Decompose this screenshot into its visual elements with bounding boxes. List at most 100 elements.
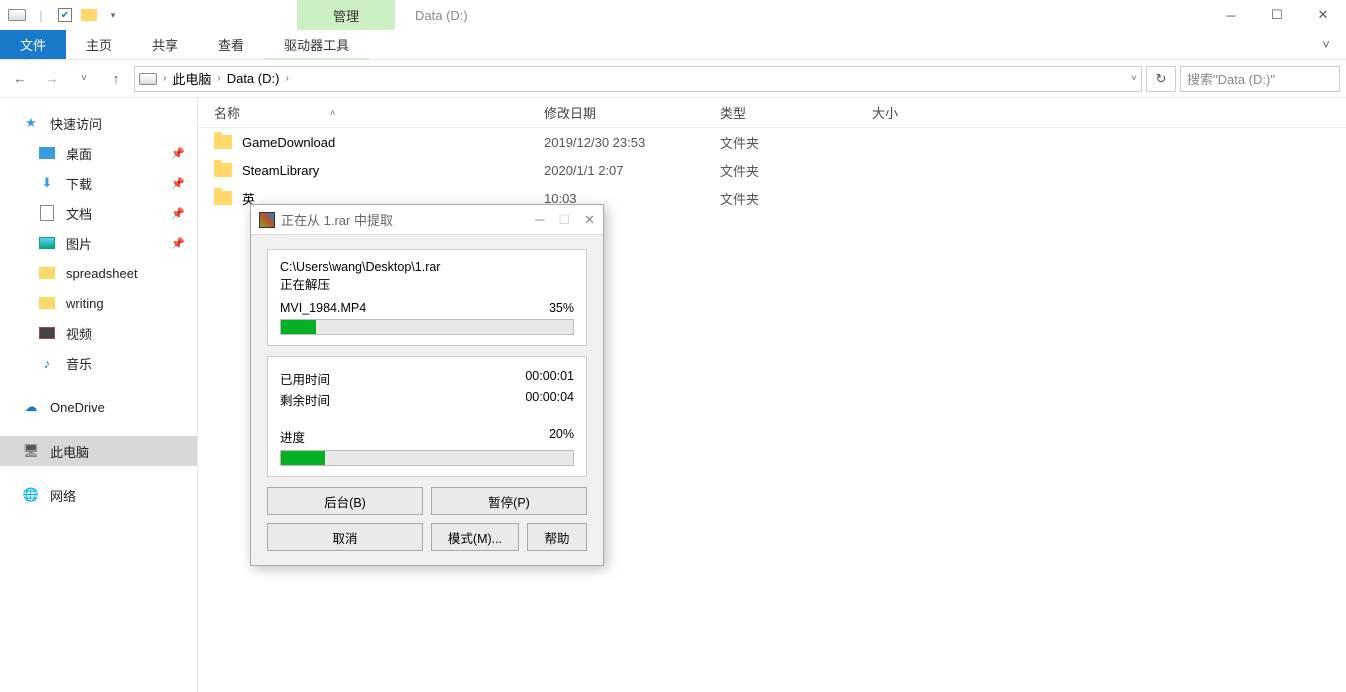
extract-dialog: 正在从 1.rar 中提取 ─ ☐ ✕ C:\Users\wang\Deskto…: [250, 204, 604, 566]
sidebar-quick-access[interactable]: ★快速访问: [0, 108, 197, 138]
pause-button[interactable]: 暂停(P): [431, 487, 587, 515]
breadcrumb-current[interactable]: Data (D:): [227, 71, 280, 86]
sort-asc-icon: ˄: [330, 108, 335, 118]
qat-properties-icon[interactable]: ✔: [56, 6, 74, 24]
qat-newfolder-icon[interactable]: [80, 6, 98, 24]
qat-dropdown-icon[interactable]: ▾: [104, 6, 122, 24]
dialog-current-file: MVI_1984.MP4: [280, 301, 366, 315]
nav-sidebar: ★快速访问 桌面📌 ⬇下载📌 文档📌 图片📌 spreadsheet writi…: [0, 98, 198, 692]
background-button[interactable]: 后台(B): [267, 487, 423, 515]
pin-icon: 📌: [171, 147, 185, 160]
refresh-button[interactable]: ↻: [1146, 66, 1176, 92]
folder-icon: [214, 163, 232, 177]
dialog-close-button[interactable]: ✕: [584, 212, 595, 228]
tab-home[interactable]: 主页: [66, 30, 132, 59]
sidebar-desktop[interactable]: 桌面 📌: [0, 138, 197, 168]
address-dropdown-icon[interactable]: ˅: [1131, 73, 1137, 84]
pin-icon: 📌: [171, 207, 185, 220]
dialog-minimize-button[interactable]: ─: [535, 212, 544, 228]
file-row[interactable]: SteamLibrary 2020/1/1 2:07 文件夹: [198, 156, 1346, 184]
chevron-right-icon[interactable]: ›: [163, 73, 166, 84]
video-icon: [38, 324, 56, 342]
address-bar[interactable]: › 此电脑 › Data (D:) › ˅: [134, 66, 1142, 92]
download-icon: ⬇: [38, 174, 56, 192]
tab-drive-tools[interactable]: 驱动器工具: [264, 30, 369, 59]
sidebar-downloads[interactable]: ⬇下载📌: [0, 168, 197, 198]
col-size[interactable]: 大小: [856, 103, 976, 122]
forward-button[interactable]: →: [38, 65, 66, 93]
sidebar-this-pc[interactable]: 🖥此电脑: [0, 436, 197, 466]
back-button[interactable]: ←: [6, 65, 34, 93]
tab-share[interactable]: 共享: [132, 30, 198, 59]
progress-percent: 20%: [549, 427, 574, 446]
elapsed-value: 00:00:01: [525, 369, 574, 388]
minimize-button[interactable]: ─: [1208, 0, 1254, 30]
dialog-file-section: C:\Users\wang\Desktop\1.rar 正在解压 MVI_198…: [267, 249, 587, 346]
sidebar-label: 快速访问: [50, 114, 102, 133]
search-input[interactable]: 搜索"Data (D:)": [1180, 66, 1340, 92]
sidebar-network[interactable]: 🌐 网络: [0, 480, 197, 510]
pictures-icon: [38, 234, 56, 252]
sidebar-pictures[interactable]: 图片📌: [0, 228, 197, 258]
dialog-maximize-button[interactable]: ☐: [558, 212, 570, 228]
tab-view[interactable]: 查看: [198, 30, 264, 59]
file-row[interactable]: GameDownload 2019/12/30 23:53 文件夹: [198, 128, 1346, 156]
tab-file[interactable]: 文件: [0, 30, 66, 59]
sidebar-label: 此电脑: [50, 442, 89, 461]
rar-icon: [259, 212, 275, 228]
quick-access-toolbar: | ✔ ▾: [0, 6, 122, 24]
cancel-button[interactable]: 取消: [267, 523, 423, 551]
file-progress-bar: [280, 319, 574, 335]
sidebar-label: 桌面: [66, 144, 92, 163]
sidebar-writing[interactable]: writing: [0, 288, 197, 318]
sidebar-label: 视频: [66, 324, 92, 343]
address-drive-icon: [139, 73, 157, 85]
dialog-title: 正在从 1.rar 中提取: [281, 210, 393, 229]
help-button[interactable]: 帮助: [527, 523, 587, 551]
sidebar-label: OneDrive: [50, 400, 105, 415]
network-icon: 🌐: [22, 486, 40, 504]
sidebar-spreadsheet[interactable]: spreadsheet: [0, 258, 197, 288]
folder-icon: [38, 294, 56, 312]
recent-dropdown-icon[interactable]: ˅: [70, 65, 98, 93]
sidebar-onedrive[interactable]: ☁ OneDrive: [0, 392, 197, 422]
sidebar-documents[interactable]: 文档 📌: [0, 198, 197, 228]
dialog-extracting-label: 正在解压: [280, 274, 574, 293]
maximize-button[interactable]: ☐: [1254, 0, 1300, 30]
qat-divider: |: [32, 6, 50, 24]
drive-icon: [8, 6, 26, 24]
col-name[interactable]: 名称˄: [198, 103, 528, 122]
sidebar-label: 文档: [66, 204, 92, 223]
file-date: 2019/12/30 23:53: [528, 135, 704, 150]
sidebar-label: 图片: [66, 234, 92, 253]
contextual-tab-manage[interactable]: 管理: [297, 0, 395, 30]
window-title: Data (D:): [415, 8, 468, 23]
desktop-icon: [38, 144, 56, 162]
music-icon: ♪: [38, 354, 56, 372]
col-date[interactable]: 修改日期: [528, 103, 704, 122]
file-type: 文件夹: [704, 161, 856, 180]
sidebar-music[interactable]: ♪音乐: [0, 348, 197, 378]
up-button[interactable]: ↑: [102, 65, 130, 93]
remain-value: 00:00:04: [525, 390, 574, 409]
dialog-titlebar[interactable]: 正在从 1.rar 中提取 ─ ☐ ✕: [251, 205, 603, 235]
sidebar-videos[interactable]: 视频: [0, 318, 197, 348]
breadcrumb-root[interactable]: 此电脑: [172, 69, 211, 88]
dialog-archive-path: C:\Users\wang\Desktop\1.rar: [280, 260, 574, 274]
sidebar-label: 下载: [66, 174, 92, 193]
navigation-bar: ← → ˅ ↑ › 此电脑 › Data (D:) › ˅ ↻ 搜索"Data …: [0, 60, 1346, 98]
cloud-icon: ☁: [22, 398, 40, 416]
col-type[interactable]: 类型: [704, 103, 856, 122]
remain-label: 剩余时间: [280, 390, 330, 409]
document-icon: [38, 204, 56, 222]
progress-label: 进度: [280, 427, 305, 446]
column-headers: 名称˄ 修改日期 类型 大小: [198, 98, 1346, 128]
ribbon-expand-icon[interactable]: ˅: [1306, 30, 1346, 59]
close-button[interactable]: ✕: [1300, 0, 1346, 30]
chevron-right-icon[interactable]: ›: [285, 73, 288, 84]
sidebar-label: 网络: [50, 486, 76, 505]
file-type: 文件夹: [704, 133, 856, 152]
file-name: SteamLibrary: [242, 163, 319, 178]
mode-button[interactable]: 模式(M)...: [431, 523, 519, 551]
chevron-right-icon[interactable]: ›: [217, 73, 220, 84]
